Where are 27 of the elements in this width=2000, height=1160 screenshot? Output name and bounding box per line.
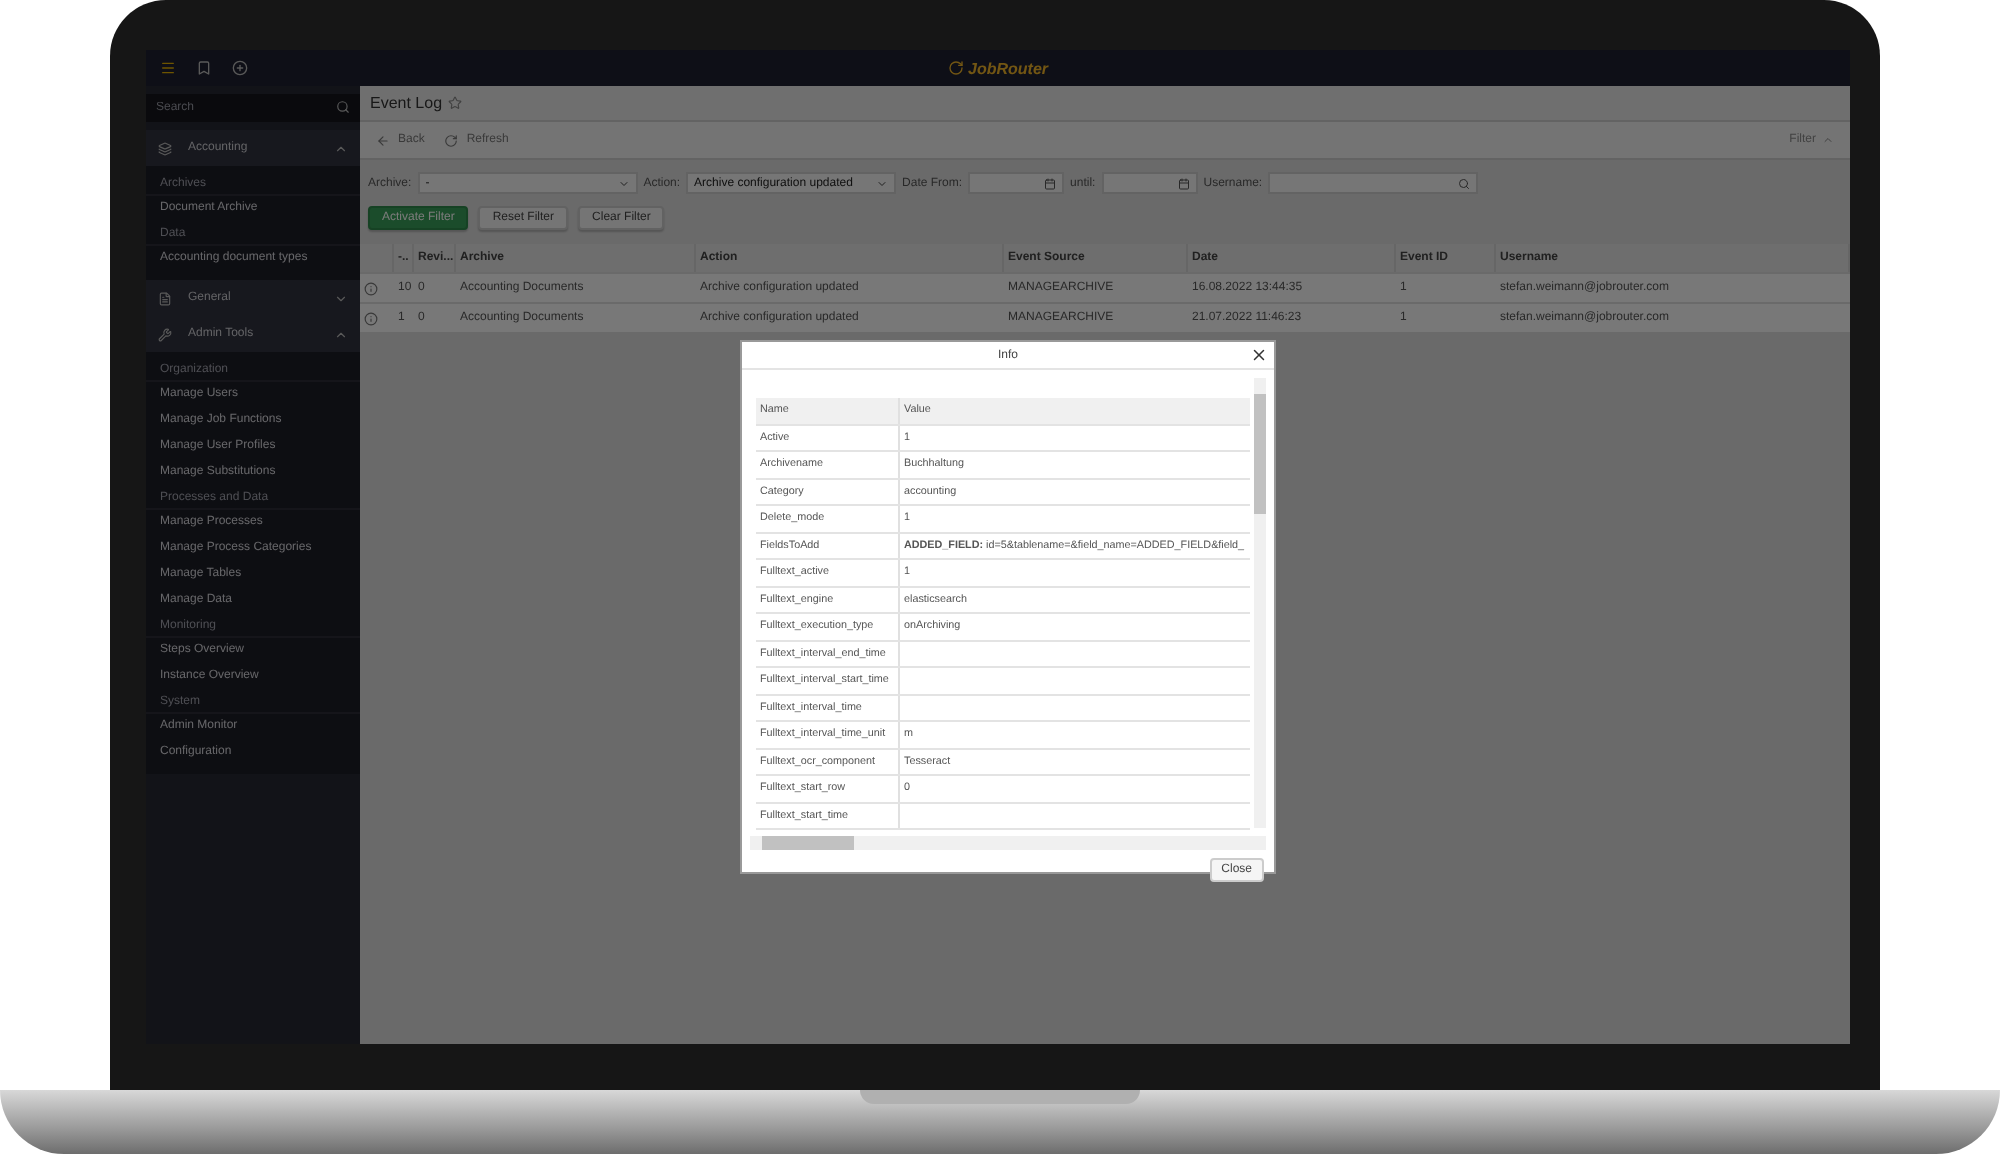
search-icon: [1458, 177, 1471, 189]
date-field[interactable]: [968, 172, 1065, 194]
page-title: Event Log: [370, 94, 443, 112]
vertical-scrollbar[interactable]: [1254, 378, 1266, 828]
star-icon[interactable]: [448, 96, 463, 110]
group-icon: [158, 141, 172, 155]
info-icon[interactable]: [364, 281, 378, 295]
refresh-icon: [444, 133, 459, 147]
menu-icon[interactable]: [160, 60, 176, 76]
logo-icon: [948, 60, 964, 76]
search-icon[interactable]: [336, 100, 350, 114]
info-icon[interactable]: [364, 311, 378, 325]
date-field[interactable]: [1101, 172, 1198, 194]
chevron-icon: [1822, 134, 1834, 146]
calendar-icon: [1044, 177, 1057, 189]
group-icon: [158, 327, 172, 341]
add-icon[interactable]: [232, 60, 248, 76]
logo-text: JobRouter: [968, 59, 1048, 77]
calendar-icon: [1177, 177, 1190, 189]
close-button[interactable]: [1250, 346, 1268, 364]
group-icon: [158, 291, 172, 305]
arrow-left-icon: [376, 133, 390, 147]
horizontal-scrollbar[interactable]: [750, 836, 1266, 850]
bookmark-icon[interactable]: [196, 60, 212, 76]
chevron-icon: [876, 177, 889, 189]
chevron-icon: [617, 177, 630, 189]
search-field[interactable]: [1268, 172, 1479, 194]
